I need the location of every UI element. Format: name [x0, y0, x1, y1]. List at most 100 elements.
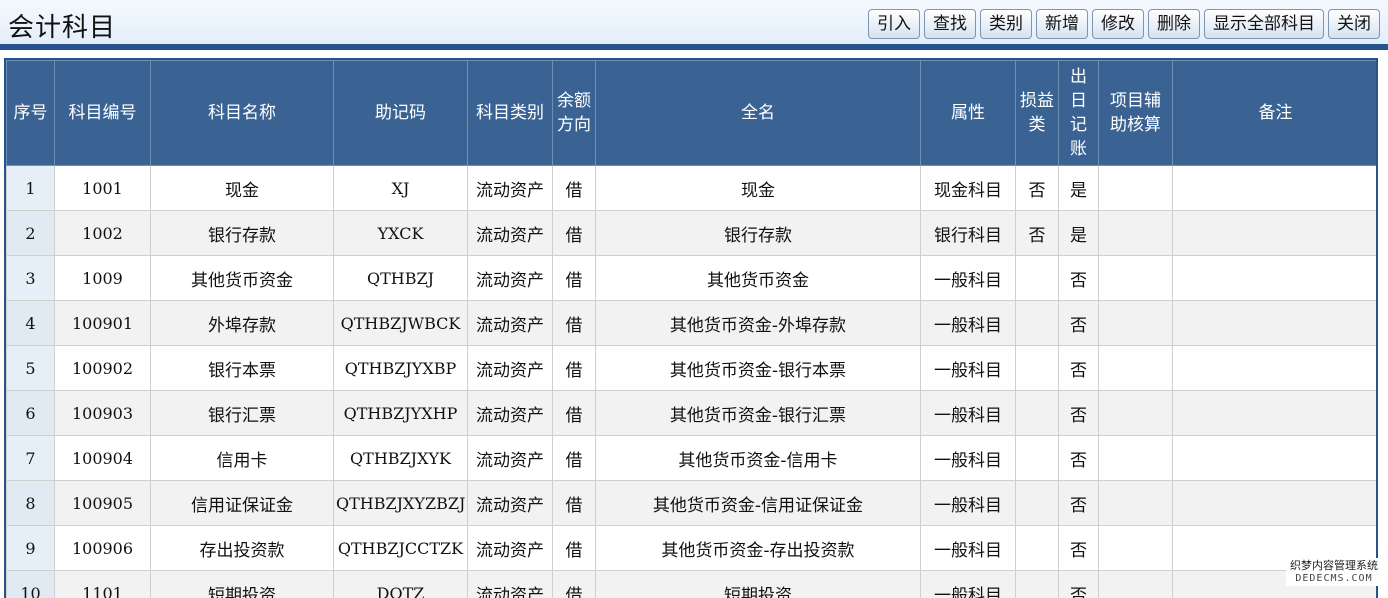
cell-profit-loss[interactable]	[1016, 301, 1059, 346]
col-header-remarks[interactable]: 备注	[1173, 61, 1379, 166]
table-row[interactable]: 5100902银行本票QTHBZJYXBP流动资产借其他货币资金-银行本票一般科…	[7, 346, 1379, 391]
cell-aux-accounting[interactable]	[1099, 256, 1173, 301]
cell-name[interactable]: 信用卡	[151, 436, 334, 481]
cell-attribute[interactable]: 现金科目	[921, 166, 1016, 211]
category-button[interactable]: 类别	[980, 9, 1032, 39]
cell-attribute[interactable]: 一般科目	[921, 526, 1016, 571]
cell-code[interactable]: 100901	[55, 301, 151, 346]
cell-code[interactable]: 100903	[55, 391, 151, 436]
cell-attribute[interactable]: 一般科目	[921, 346, 1016, 391]
cell-journal[interactable]: 是	[1059, 166, 1099, 211]
cell-remarks[interactable]	[1173, 391, 1379, 436]
cell-seq[interactable]: 2	[7, 211, 55, 256]
cell-mnemonic[interactable]: XJ	[334, 166, 468, 211]
cell-code[interactable]: 1001	[55, 166, 151, 211]
cell-remarks[interactable]	[1173, 301, 1379, 346]
cell-category[interactable]: 流动资产	[468, 166, 553, 211]
cell-seq[interactable]: 3	[7, 256, 55, 301]
cell-attribute[interactable]: 一般科目	[921, 256, 1016, 301]
cell-remarks[interactable]	[1173, 211, 1379, 256]
cell-name[interactable]: 外埠存款	[151, 301, 334, 346]
search-button[interactable]: 查找	[924, 9, 976, 39]
cell-fullname[interactable]: 其他货币资金	[596, 256, 921, 301]
cell-category[interactable]: 流动资产	[468, 391, 553, 436]
cell-seq[interactable]: 9	[7, 526, 55, 571]
cell-seq[interactable]: 8	[7, 481, 55, 526]
table-row[interactable]: 4100901外埠存款QTHBZJWBCK流动资产借其他货币资金-外埠存款一般科…	[7, 301, 1379, 346]
col-header-profit-loss[interactable]: 损益类	[1016, 61, 1059, 166]
cell-journal[interactable]: 否	[1059, 391, 1099, 436]
cell-fullname[interactable]: 其他货币资金-银行汇票	[596, 391, 921, 436]
table-row[interactable]: 31009其他货币资金QTHBZJ流动资产借其他货币资金一般科目否	[7, 256, 1379, 301]
table-row[interactable]: 11001现金XJ流动资产借现金现金科目否是	[7, 166, 1379, 211]
cell-aux-accounting[interactable]	[1099, 211, 1173, 256]
table-row[interactable]: 6100903银行汇票QTHBZJYXHP流动资产借其他货币资金-银行汇票一般科…	[7, 391, 1379, 436]
cell-mnemonic[interactable]: QTHBZJYXBP	[334, 346, 468, 391]
cell-profit-loss[interactable]: 否	[1016, 211, 1059, 256]
cell-mnemonic[interactable]: YXCK	[334, 211, 468, 256]
cell-profit-loss[interactable]	[1016, 391, 1059, 436]
col-header-mnemonic[interactable]: 助记码	[334, 61, 468, 166]
cell-profit-loss[interactable]	[1016, 346, 1059, 391]
cell-balance-direction[interactable]: 借	[553, 166, 596, 211]
cell-journal[interactable]: 否	[1059, 436, 1099, 481]
col-header-name[interactable]: 科目名称	[151, 61, 334, 166]
cell-aux-accounting[interactable]	[1099, 301, 1173, 346]
col-header-journal[interactable]: 出日记账	[1059, 61, 1099, 166]
cell-category[interactable]: 流动资产	[468, 211, 553, 256]
cell-mnemonic[interactable]: QTHBZJWBCK	[334, 301, 468, 346]
cell-fullname[interactable]: 其他货币资金-银行本票	[596, 346, 921, 391]
table-row[interactable]: 21002银行存款YXCK流动资产借银行存款银行科目否是	[7, 211, 1379, 256]
cell-remarks[interactable]	[1173, 256, 1379, 301]
cell-code[interactable]: 1009	[55, 256, 151, 301]
cell-profit-loss[interactable]	[1016, 526, 1059, 571]
cell-mnemonic[interactable]: QTHBZJXYK	[334, 436, 468, 481]
table-row[interactable]: 9100906存出投资款QTHBZJCCTZK流动资产借其他货币资金-存出投资款…	[7, 526, 1379, 571]
col-header-seq[interactable]: 序号	[7, 61, 55, 166]
cell-name[interactable]: 存出投资款	[151, 526, 334, 571]
close-button[interactable]: 关闭	[1328, 9, 1380, 39]
cell-category[interactable]: 流动资产	[468, 481, 553, 526]
cell-fullname[interactable]: 其他货币资金-外埠存款	[596, 301, 921, 346]
cell-aux-accounting[interactable]	[1099, 481, 1173, 526]
cell-balance-direction[interactable]: 借	[553, 391, 596, 436]
cell-attribute[interactable]: 一般科目	[921, 301, 1016, 346]
cell-fullname[interactable]: 现金	[596, 166, 921, 211]
cell-journal[interactable]: 否	[1059, 526, 1099, 571]
cell-name[interactable]: 现金	[151, 166, 334, 211]
cell-balance-direction[interactable]: 借	[553, 301, 596, 346]
col-header-fullname[interactable]: 全名	[596, 61, 921, 166]
cell-code[interactable]: 1002	[55, 211, 151, 256]
cell-aux-accounting[interactable]	[1099, 526, 1173, 571]
col-header-attribute[interactable]: 属性	[921, 61, 1016, 166]
cell-journal[interactable]: 否	[1059, 346, 1099, 391]
cell-fullname[interactable]: 其他货币资金-存出投资款	[596, 526, 921, 571]
edit-button[interactable]: 修改	[1092, 9, 1144, 39]
cell-code[interactable]: 100904	[55, 436, 151, 481]
col-header-aux-accounting[interactable]: 项目辅助核算	[1099, 61, 1173, 166]
cell-mnemonic[interactable]: QTHBZJYXHP	[334, 391, 468, 436]
cell-profit-loss[interactable]	[1016, 256, 1059, 301]
import-button[interactable]: 引入	[868, 9, 920, 39]
cell-remarks[interactable]	[1173, 346, 1379, 391]
cell-category[interactable]: 流动资产	[468, 526, 553, 571]
show-all-accounts-button[interactable]: 显示全部科目	[1204, 9, 1324, 39]
cell-code[interactable]: 100906	[55, 526, 151, 571]
col-header-code[interactable]: 科目编号	[55, 61, 151, 166]
cell-aux-accounting[interactable]	[1099, 391, 1173, 436]
cell-attribute[interactable]: 一般科目	[921, 481, 1016, 526]
cell-profit-loss[interactable]: 否	[1016, 166, 1059, 211]
cell-code[interactable]: 100902	[55, 346, 151, 391]
cell-mnemonic[interactable]: QTHBZJ	[334, 256, 468, 301]
cell-aux-accounting[interactable]	[1099, 346, 1173, 391]
cell-aux-accounting[interactable]	[1099, 166, 1173, 211]
cell-attribute[interactable]: 银行科目	[921, 211, 1016, 256]
cell-remarks[interactable]	[1173, 436, 1379, 481]
cell-balance-direction[interactable]: 借	[553, 526, 596, 571]
cell-remarks[interactable]	[1173, 166, 1379, 211]
cell-fullname[interactable]: 其他货币资金-信用证保证金	[596, 481, 921, 526]
cell-fullname[interactable]: 银行存款	[596, 211, 921, 256]
cell-seq[interactable]: 6	[7, 391, 55, 436]
add-button[interactable]: 新增	[1036, 9, 1088, 39]
cell-fullname[interactable]: 其他货币资金-信用卡	[596, 436, 921, 481]
